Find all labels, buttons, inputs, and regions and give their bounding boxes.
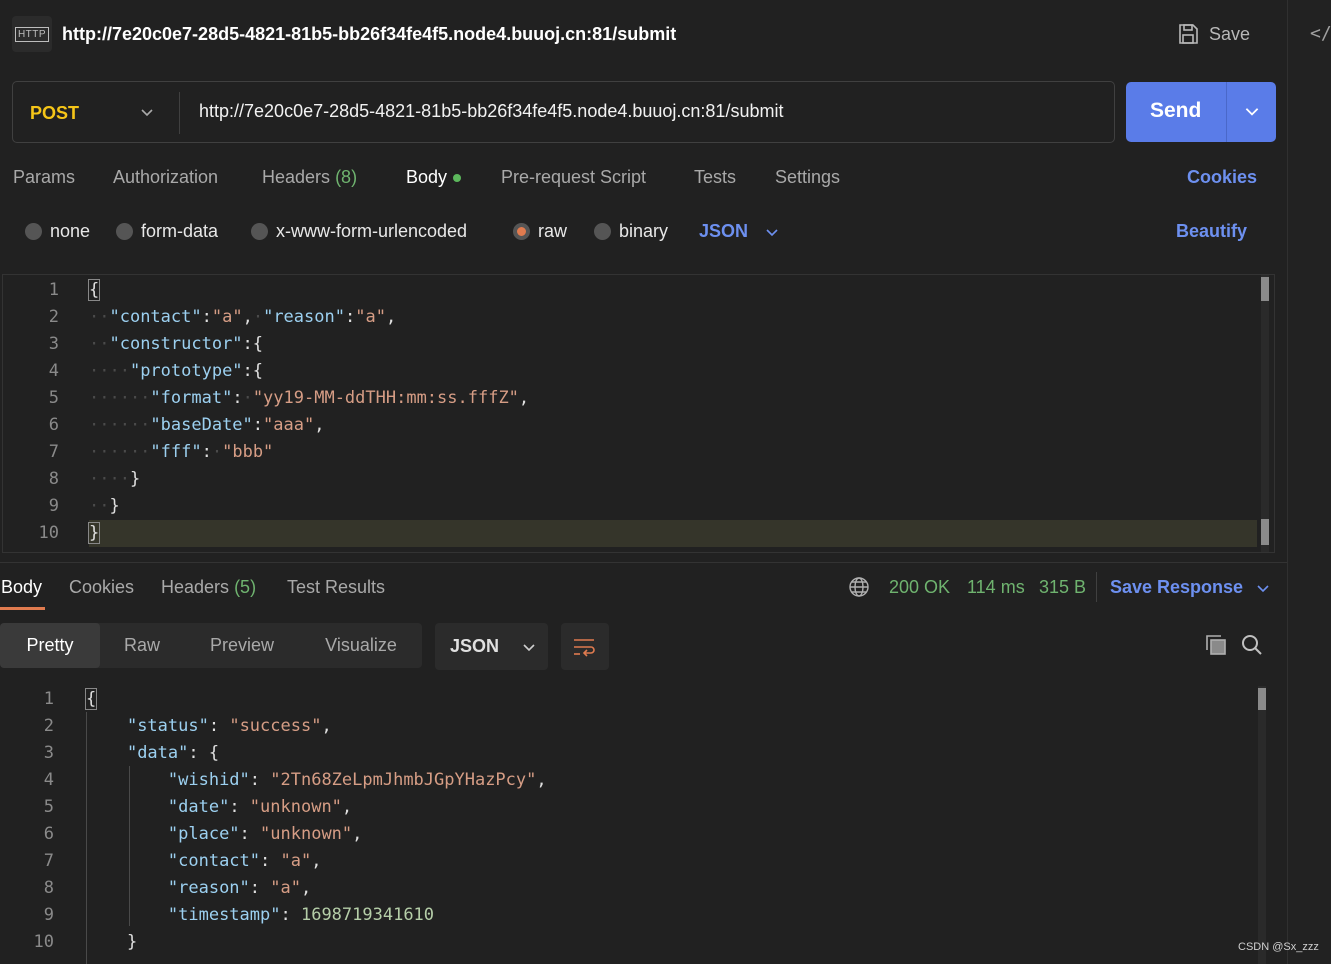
radio-icon — [594, 223, 611, 240]
resp-tab-body[interactable]: Body — [1, 577, 42, 598]
view-visualize[interactable]: Visualize — [300, 623, 422, 668]
title-bar: HTTP http://7e20c0e7-28d5-4821-81b5-bb26… — [0, 0, 1287, 70]
radio-none[interactable]: none — [25, 221, 90, 242]
http-icon: HTTP — [12, 16, 52, 52]
code-icon[interactable]: </> — [1310, 23, 1331, 44]
tab-tests[interactable]: Tests — [694, 167, 736, 188]
code-line: 4 "wishid": "2Tn68ZeLpmJhmbJGpYHazPcy", — [43, 770, 547, 790]
code-line: 9 ··} — [48, 496, 120, 516]
send-button[interactable]: Send — [1126, 82, 1276, 142]
response-format-select[interactable]: JSON — [435, 623, 548, 670]
method-select[interactable]: POST — [30, 103, 79, 124]
tab-body-label: Body — [406, 167, 448, 187]
chevron-down-icon — [1257, 584, 1269, 592]
code-line: 5 "date": "unknown", — [43, 797, 353, 817]
code-line: 3 "data": { — [43, 743, 220, 763]
view-preview[interactable]: Preview — [184, 623, 300, 668]
code-line: 2 ··"contact":"a",·"reason":"a", — [48, 307, 397, 327]
chevron-down-icon[interactable] — [139, 104, 155, 120]
right-sidebar — [1287, 0, 1331, 964]
code-line: 5 ······"format":·"yy19-MM-ddTHH:mm:ss.ff… — [48, 388, 530, 408]
tab-prerequest-script[interactable]: Pre-request Script — [501, 167, 646, 188]
scrollbar-thumb-end[interactable] — [1261, 519, 1269, 545]
radio-icon — [25, 223, 42, 240]
divider — [179, 92, 180, 134]
code-line: 10 } — [33, 932, 138, 952]
body-format-select[interactable]: JSON — [699, 221, 780, 242]
radio-binary[interactable]: binary — [594, 221, 668, 242]
code-line: 3 ··"constructor":{ — [48, 334, 264, 354]
view-mode-group: Pretty Raw Preview Visualize — [0, 623, 422, 668]
modified-dot — [453, 174, 462, 183]
headers-count: (5) — [234, 577, 257, 597]
tab-headers-label: Headers — [262, 167, 331, 187]
code-line: 1{ — [43, 688, 98, 710]
scrollbar[interactable] — [1258, 686, 1266, 964]
divider — [1096, 572, 1097, 602]
radio-icon — [116, 223, 133, 240]
status-code[interactable]: 200 OK — [889, 577, 950, 598]
wrap-icon — [574, 638, 595, 657]
code-line: 10} — [38, 522, 101, 544]
code-line: 1{ — [48, 279, 101, 301]
save-icon — [1179, 24, 1198, 44]
cookies-link[interactable]: Cookies — [1187, 167, 1257, 188]
save-response-button[interactable]: Save Response — [1110, 577, 1271, 598]
tab-settings[interactable]: Settings — [775, 167, 840, 188]
wrap-lines-button[interactable] — [561, 623, 609, 670]
divider — [0, 562, 1287, 563]
radio-urlencoded[interactable]: x-www-form-urlencoded — [251, 221, 467, 242]
scrollbar[interactable] — [1261, 275, 1269, 552]
save-label: Save — [1209, 23, 1251, 44]
url-input[interactable]: http://7e20c0e7-28d5-4821-81b5-bb26f34fe… — [199, 101, 1099, 122]
code-line: 7 ······"fff":·"bbb" — [48, 442, 274, 462]
code-line: 8 ····} — [48, 469, 141, 489]
code-line: 8 "reason": "a", — [43, 878, 312, 898]
radio-raw[interactable]: raw — [513, 221, 567, 242]
tab-body[interactable]: Body — [406, 167, 462, 188]
scrollbar-thumb[interactable] — [1261, 277, 1269, 301]
copy-icon[interactable] — [1204, 633, 1228, 657]
resp-tab-headers[interactable]: Headers (5) — [161, 577, 256, 598]
resp-tab-cookies[interactable]: Cookies — [69, 577, 134, 598]
chevron-down-icon — [523, 643, 535, 651]
chevron-down-icon[interactable] — [1243, 102, 1261, 120]
view-raw[interactable]: Raw — [100, 623, 184, 668]
radio-icon — [251, 223, 268, 240]
request-body-editor[interactable]: 1{ 2 ··"contact":"a",·"reason":"a", 3 ··"c… — [2, 274, 1275, 553]
view-pretty[interactable]: Pretty — [0, 623, 100, 668]
search-icon[interactable] — [1240, 633, 1264, 657]
code-line: 7 "contact": "a", — [43, 851, 322, 871]
code-line: 9 "timestamp": 1698719341610 — [43, 905, 435, 925]
headers-count: (8) — [335, 167, 358, 187]
url-bar: POST http://7e20c0e7-28d5-4821-81b5-bb26… — [12, 81, 1115, 143]
active-tab-indicator — [0, 607, 45, 610]
save-button[interactable]: Save — [1176, 22, 1250, 46]
scrollbar-thumb[interactable] — [1258, 688, 1266, 710]
response-size[interactable]: 315 B — [1039, 577, 1086, 598]
tab-params[interactable]: Params — [13, 167, 75, 188]
request-title[interactable]: http://7e20c0e7-28d5-4821-81b5-bb26f34fe… — [62, 24, 676, 45]
code-line: 6 "place": "unknown", — [43, 824, 363, 844]
chevron-down-icon — [766, 228, 778, 236]
code-line: 2 "status": "success", — [43, 716, 332, 736]
divider — [1226, 82, 1227, 142]
tab-headers[interactable]: Headers (8) — [262, 167, 357, 188]
code-line: 4 ····"prototype":{ — [48, 361, 264, 381]
globe-icon[interactable] — [848, 576, 870, 598]
response-time[interactable]: 114 ms — [967, 577, 1025, 598]
beautify-link[interactable]: Beautify — [1176, 221, 1247, 242]
code-line: 6 ······"baseDate":"aaa", — [48, 415, 325, 435]
tab-authorization[interactable]: Authorization — [113, 167, 218, 188]
radio-form-data[interactable]: form-data — [116, 221, 218, 242]
response-body-viewer[interactable]: 1{ 2 "status": "success", 3 "data": { 4 … — [0, 686, 1275, 964]
radio-selected-icon — [513, 223, 530, 240]
watermark: CSDN @Sx_zzz — [1238, 941, 1319, 953]
resp-tab-test-results[interactable]: Test Results — [287, 577, 385, 598]
send-label: Send — [1150, 99, 1202, 122]
